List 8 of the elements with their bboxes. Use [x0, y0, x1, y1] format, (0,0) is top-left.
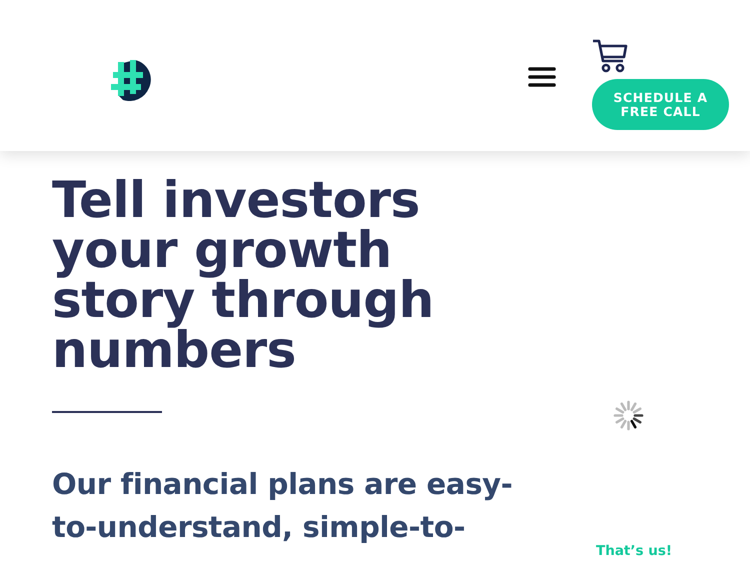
hero-subtitle: Our financial plans are easy- to-understand, simple-to- — [52, 466, 512, 546]
cart-icon[interactable] — [592, 39, 628, 73]
caption-text: That’s us! — [596, 543, 672, 559]
menu-button[interactable] — [528, 66, 556, 88]
loading-spinner-icon — [612, 399, 645, 432]
schedule-call-button[interactable]: SCHEDULE A FREE CALL — [592, 79, 729, 130]
menu-icon — [528, 66, 556, 88]
hero-headline: Tell investors your growth story through numbers — [52, 175, 434, 375]
